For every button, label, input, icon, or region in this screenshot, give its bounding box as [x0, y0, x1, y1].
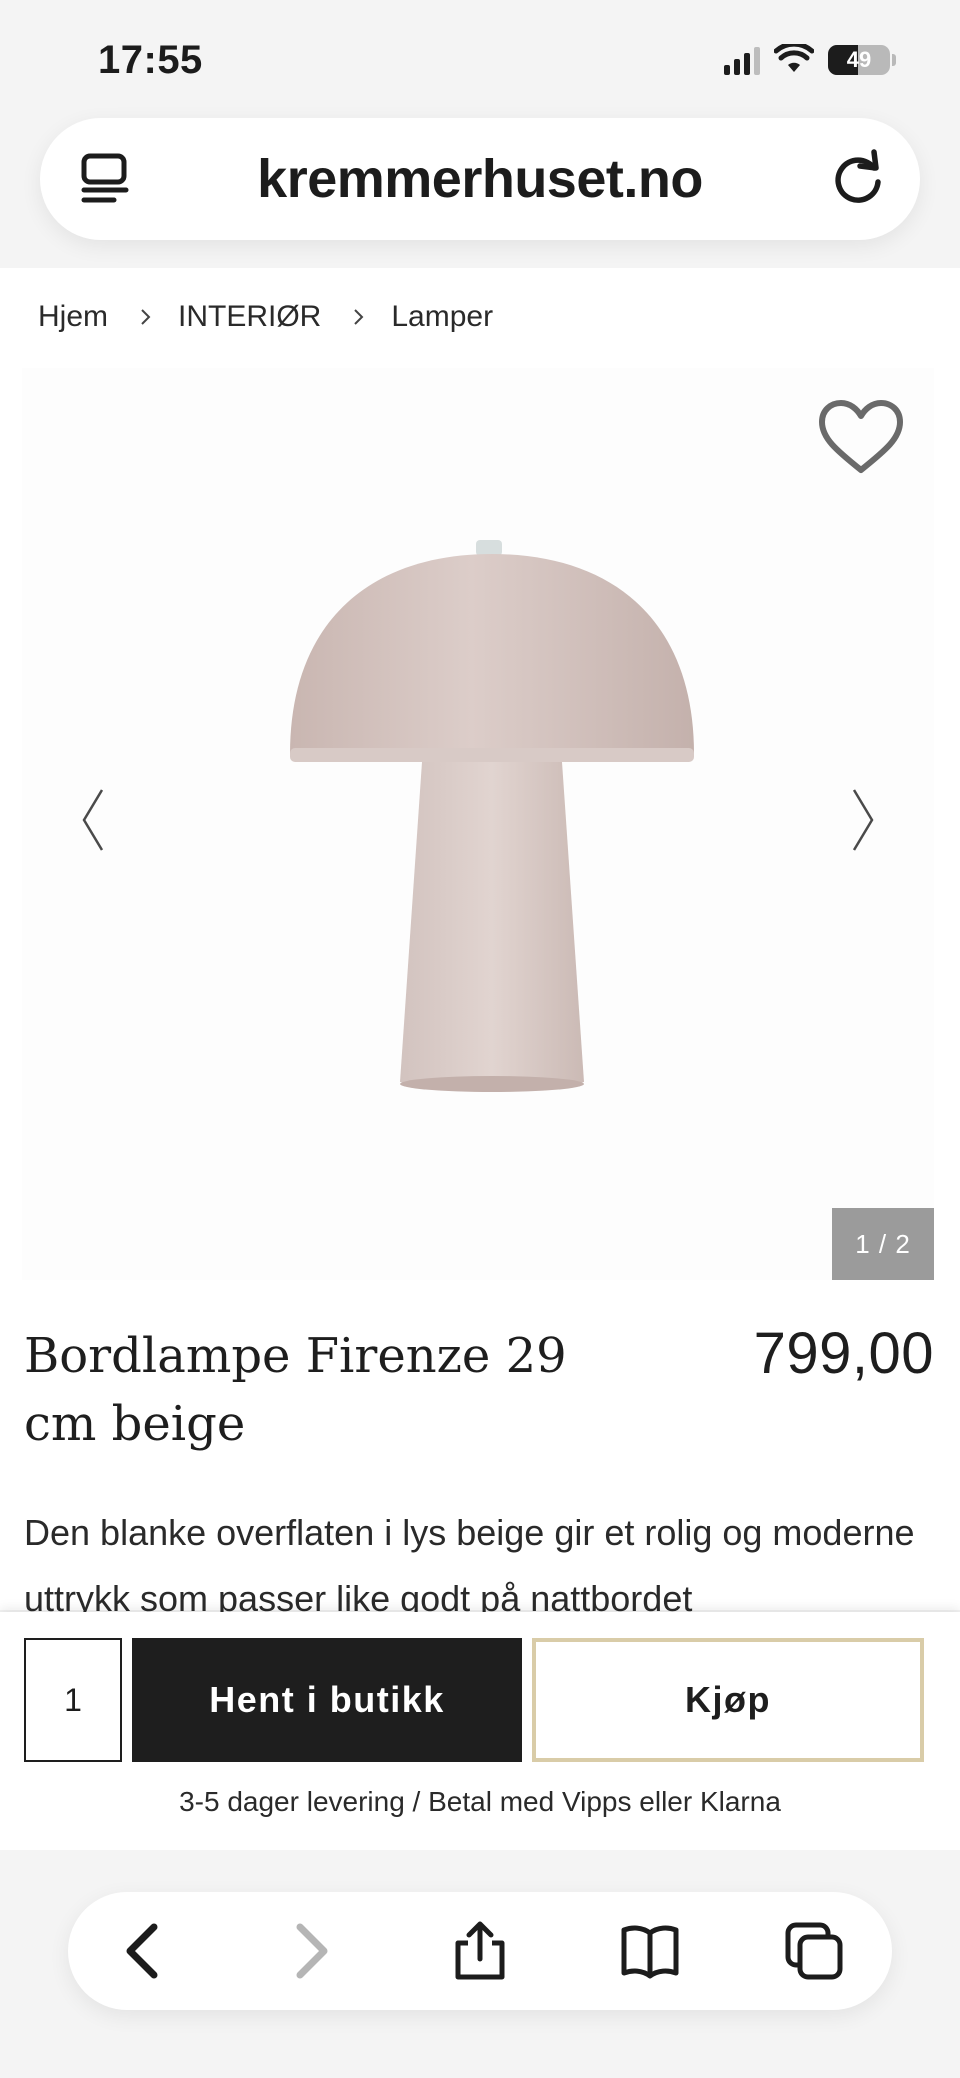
chevron-right-icon: [141, 309, 151, 325]
signal-icon: [724, 45, 760, 75]
breadcrumb-item-interior[interactable]: INTERIØR: [178, 300, 321, 334]
product-gallery[interactable]: 1 / 2: [22, 368, 934, 1280]
tabs-icon[interactable]: [784, 1921, 844, 1981]
quantity-input[interactable]: 1: [24, 1638, 122, 1762]
pickup-in-store-button[interactable]: Hent i butikk: [132, 1638, 522, 1762]
buy-button[interactable]: Kjøp: [532, 1638, 924, 1762]
status-time: 17:55: [98, 38, 203, 82]
forward-icon[interactable]: [278, 1921, 338, 1981]
breadcrumb-item-lamps[interactable]: Lamper: [391, 300, 493, 334]
delivery-note: 3-5 dager levering / Betal med Vipps ell…: [179, 1786, 781, 1817]
heart-icon[interactable]: [816, 398, 906, 478]
back-icon[interactable]: [116, 1921, 176, 1981]
wifi-icon: [774, 44, 814, 72]
product-title: Bordlampe Firenze 29 cm beige: [24, 1328, 567, 1452]
status-bar: 17:55 49: [0, 0, 960, 112]
chevron-left-icon[interactable]: [72, 780, 112, 860]
bookmarks-icon[interactable]: [620, 1921, 680, 1981]
share-icon[interactable]: [450, 1921, 510, 1981]
browser-toolbar: [68, 1892, 892, 2010]
battery-tip: [892, 54, 896, 66]
purchase-bar: 1 Hent i butikk Kjøp 3-5 dager levering …: [0, 1612, 960, 1850]
breadcrumb-item-home[interactable]: Hjem: [38, 300, 108, 334]
product-image: [290, 540, 694, 1092]
url-text[interactable]: kremmerhuset.no: [40, 148, 920, 210]
battery-icon: 49: [828, 45, 890, 75]
breadcrumb: Hjem INTERIØR Lamper: [38, 300, 493, 334]
battery-level: 49: [846, 47, 872, 72]
status-icons: 49: [724, 44, 896, 76]
image-counter: 1 / 2: [832, 1208, 934, 1280]
reload-icon[interactable]: [826, 146, 890, 210]
product-price: 799,00: [753, 1321, 934, 1386]
chevron-right-icon[interactable]: [844, 780, 884, 860]
chevron-right-icon: [354, 309, 364, 325]
address-bar[interactable]: kremmerhuset.no: [40, 118, 920, 240]
